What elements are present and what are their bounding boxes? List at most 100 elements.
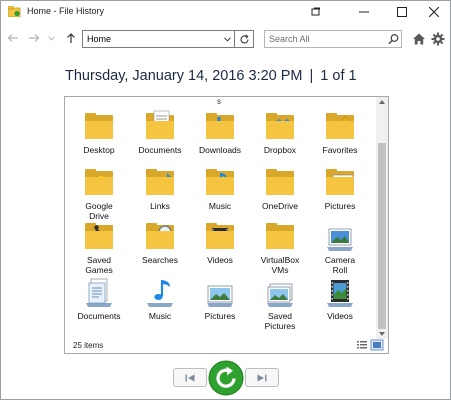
file-item[interactable]: Desktop (69, 109, 129, 165)
file-item-label: Pictures (204, 311, 236, 321)
library-videos-icon (327, 280, 353, 307)
folder-plain-icon (266, 223, 294, 249)
folder-videos-icon (206, 223, 234, 249)
file-item-label: Music (148, 311, 172, 321)
item-count: 25 items (73, 341, 104, 350)
file-item[interactable]: Documents (69, 275, 129, 331)
library-music-icon (147, 280, 173, 307)
folder-favorites-icon (326, 113, 355, 139)
file-item-label: Videos (327, 311, 353, 321)
window-title: Home - File History (27, 6, 105, 16)
folder-saved-games-icon (85, 223, 113, 249)
file-item-label: Favorites (322, 145, 358, 155)
file-item-label: Desktop (83, 145, 115, 155)
address-bar[interactable]: Home (82, 30, 235, 48)
file-item-label: Links (150, 201, 170, 211)
file-item[interactable]: Saved Games (69, 219, 129, 275)
file-item[interactable]: Pictures (190, 275, 250, 331)
search-icon[interactable] (387, 33, 400, 46)
view-mode-icons[interactable] (355, 339, 385, 351)
previous-version-button[interactable] (173, 368, 207, 387)
search-input[interactable]: Search All (264, 30, 402, 48)
folder-onedrive-icon (266, 169, 294, 195)
details-view-icon[interactable] (357, 341, 367, 349)
file-pane: s Desktop Documents Downloads Dropbox Favori… (64, 96, 389, 354)
close-button[interactable] (417, 1, 451, 23)
file-item-label: OneDrive (262, 201, 298, 211)
recent-locations-chevron-icon[interactable] (47, 31, 55, 45)
folder-dropbox-icon (266, 113, 294, 139)
home-icon[interactable] (412, 32, 426, 46)
backup-date: Thursday, January 14, 2016 3:20 PM (65, 68, 303, 84)
file-item[interactable]: Links (130, 165, 190, 221)
scroll-up-arrow-icon[interactable] (379, 100, 385, 104)
file-item[interactable]: Videos (310, 275, 370, 331)
file-item-label: Documents (77, 311, 121, 321)
file-item[interactable]: VirtualBox VMs (250, 219, 310, 275)
file-item[interactable]: OneDrive (250, 165, 310, 221)
file-item-label: VirtualBox VMs (260, 255, 300, 275)
back-arrow-icon[interactable] (6, 31, 20, 45)
file-history-window: Home - File History Home Search All Thur… (0, 0, 451, 400)
search-placeholder: Search All (269, 34, 310, 44)
file-item[interactable]: Dropbox (250, 109, 310, 165)
library-documents-icon (86, 278, 112, 307)
file-item[interactable]: Camera Roll (310, 219, 370, 275)
forward-arrow-icon[interactable] (27, 31, 41, 45)
next-version-button[interactable] (245, 368, 279, 387)
address-chevron-down-icon[interactable] (220, 30, 234, 48)
file-history-app-icon (8, 6, 21, 17)
file-item-label: Saved Games (85, 255, 113, 275)
file-item-label: Downloads (198, 145, 242, 155)
scroll-down-arrow-icon[interactable] (379, 332, 385, 336)
file-item-label: Videos (207, 255, 233, 265)
file-item[interactable]: Music (190, 165, 250, 221)
file-item-label: Camera Roll (324, 255, 356, 275)
file-item[interactable]: Documents (130, 109, 190, 165)
gear-icon[interactable] (431, 32, 445, 46)
address-text: Home (87, 34, 112, 44)
file-item[interactable]: Saved Pictures (250, 275, 310, 331)
backup-date-header: Thursday, January 14, 2016 3:20 PM | 1 of … (65, 68, 357, 84)
folder-links-icon (146, 169, 174, 195)
folder-desktop-icon (85, 113, 113, 139)
file-item-label: Saved Pictures (264, 311, 296, 331)
up-arrow-icon[interactable] (64, 31, 78, 45)
folder-searches-icon (146, 223, 174, 249)
skip-next-icon (257, 374, 267, 381)
file-item[interactable]: Downloads (190, 109, 250, 165)
scroll-thumb[interactable] (378, 143, 386, 329)
header-separator: | (309, 68, 314, 84)
file-item-label: Pictures (324, 201, 356, 211)
file-item-label: Documents (138, 145, 182, 155)
file-item[interactable]: Searches (130, 219, 190, 275)
file-item-label: Dropbox (263, 145, 297, 155)
title-bar: Home - File History (1, 1, 450, 23)
refresh-button[interactable] (235, 30, 254, 48)
folder-downloads-icon (206, 113, 234, 139)
file-item[interactable]: Favorites (310, 109, 370, 165)
file-item-label: Music (208, 201, 232, 211)
folder-google-drive-icon (85, 169, 113, 195)
library-saved-pictures-icon (267, 283, 293, 307)
file-item[interactable]: Music (130, 275, 190, 331)
file-item-label: Searches (142, 255, 178, 265)
large-icons-view-icon[interactable] (370, 339, 384, 351)
file-item[interactable]: Videos (190, 219, 250, 275)
partially-visible-label: s (217, 97, 221, 106)
folder-pictures-icon (326, 169, 354, 195)
page-indicator: 1 of 1 (320, 68, 357, 84)
file-item-label: Google Drive (85, 201, 113, 221)
navigation-bar: Home Search All (1, 27, 450, 51)
minimize-button[interactable] (347, 1, 381, 23)
folder-documents-icon (146, 110, 174, 139)
maximize-button[interactable] (385, 1, 419, 23)
vertical-scrollbar[interactable] (376, 97, 388, 339)
file-item[interactable]: Pictures (310, 165, 370, 221)
folder-music-icon (206, 169, 234, 195)
file-item[interactable]: Google Drive (69, 165, 129, 221)
snap-icon[interactable] (299, 1, 333, 23)
skip-previous-icon (185, 374, 195, 381)
library-pictures-icon (207, 285, 233, 307)
restore-button[interactable] (208, 360, 244, 396)
